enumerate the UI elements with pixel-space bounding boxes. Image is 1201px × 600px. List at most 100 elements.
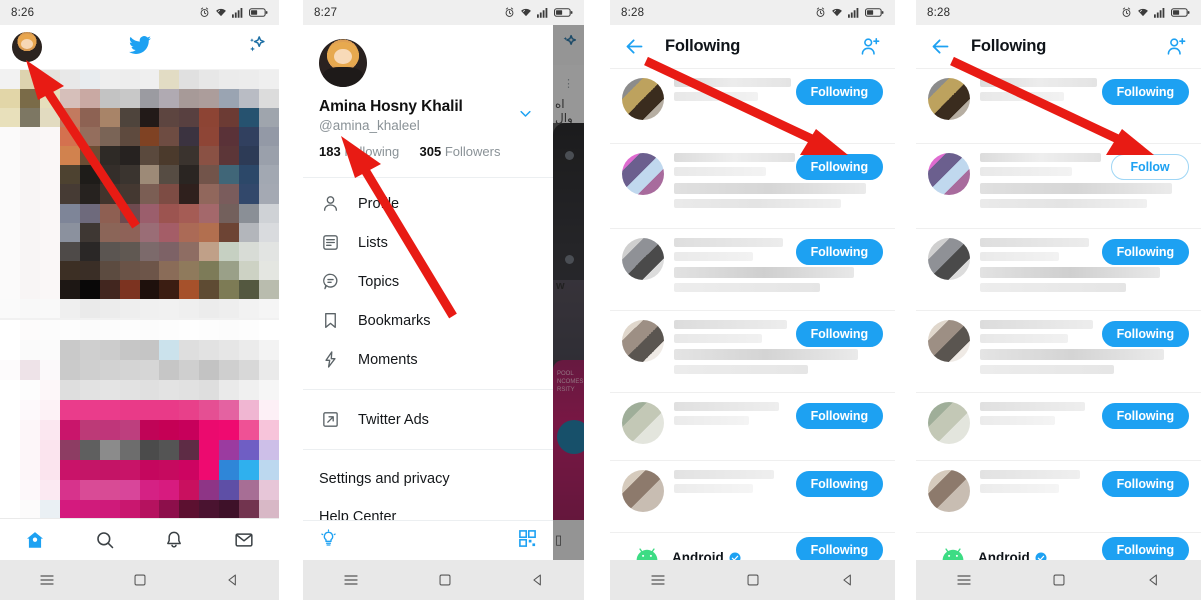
follow-state-button[interactable]: Following [795, 154, 883, 180]
home-feed[interactable] [0, 70, 279, 560]
avatar[interactable] [622, 238, 664, 280]
follow-state-button[interactable]: Following [1101, 79, 1189, 105]
square-icon[interactable] [133, 573, 147, 587]
bottom-tab-bar[interactable] [0, 518, 279, 560]
back-triangle-icon[interactable] [841, 573, 855, 587]
table-row[interactable]: Following [610, 393, 895, 461]
follow-state-button[interactable]: Following [1101, 239, 1189, 265]
avatar[interactable] [622, 470, 664, 512]
follow-state-button[interactable]: Following [795, 403, 883, 429]
followers-stat[interactable]: 305 Followers [420, 144, 501, 159]
table-row[interactable]: Following [916, 229, 1201, 311]
profile-avatar-large[interactable] [319, 39, 367, 87]
menu-item-lists[interactable]: Lists [303, 223, 553, 262]
square-icon[interactable] [438, 573, 452, 587]
avatar[interactable] [928, 238, 970, 280]
follow-state-button[interactable]: Following [795, 537, 883, 560]
table-row-android[interactable]: Android Following [916, 533, 1201, 560]
avatar[interactable] [928, 153, 970, 195]
lightbulb-icon[interactable] [319, 528, 338, 553]
tab-messages[interactable] [234, 530, 254, 550]
table-row[interactable]: Following [610, 144, 895, 229]
sparkle-icon[interactable] [245, 34, 267, 61]
profile-avatar[interactable] [12, 32, 42, 62]
menu-icon[interactable] [650, 572, 666, 588]
back-triangle-icon[interactable] [1147, 573, 1161, 587]
battery-icon [249, 8, 268, 17]
chevron-down-icon[interactable] [518, 106, 533, 126]
alarm-icon [505, 7, 514, 17]
back-arrow-icon[interactable] [624, 36, 645, 57]
menu-icon[interactable] [39, 572, 55, 588]
account-name: Android [978, 550, 1047, 560]
table-row[interactable]: Following [610, 461, 895, 533]
add-person-icon[interactable] [1166, 36, 1187, 57]
back-arrow-icon[interactable] [930, 36, 951, 57]
avatar[interactable] [622, 78, 664, 120]
menu-item-topics[interactable]: Topics [303, 262, 553, 301]
status-clock: 8:26 [11, 6, 35, 19]
tab-search[interactable] [95, 530, 115, 550]
table-row-android[interactable]: Android Following [610, 533, 895, 560]
qr-code-icon[interactable] [518, 529, 537, 553]
table-row[interactable]: Follow [916, 144, 1201, 229]
alarm-icon [816, 7, 825, 17]
square-icon[interactable] [746, 573, 760, 587]
menu-icon[interactable] [343, 572, 359, 588]
status-icons [1121, 7, 1190, 18]
avatar[interactable] [928, 402, 970, 444]
topics-balloon-icon [319, 272, 341, 291]
table-row[interactable]: Following [916, 69, 1201, 144]
tab-notifications[interactable] [164, 530, 184, 550]
status-bar: 8:26 [0, 0, 279, 25]
follow-state-button[interactable]: Following [795, 471, 883, 497]
table-row[interactable]: Following [916, 461, 1201, 533]
following-list[interactable]: Following Follow Following Following Fol… [916, 69, 1201, 560]
android-robot-icon [634, 547, 660, 560]
follow-state-button[interactable]: Follow [1111, 154, 1189, 180]
follow-state-button[interactable]: Following [1101, 471, 1189, 497]
dimmed-background-screen[interactable]: ⋮ اه وال POOL NCOMES RSITY ▯ w [553, 25, 584, 600]
table-row[interactable]: Following [610, 69, 895, 144]
menu-item-bookmarks[interactable]: Bookmarks [303, 301, 553, 340]
menu-item-profile[interactable]: Profile [303, 184, 553, 223]
follow-state-button[interactable]: Following [795, 79, 883, 105]
avatar[interactable] [928, 78, 970, 120]
add-person-icon[interactable] [860, 36, 881, 57]
avatar[interactable] [928, 470, 970, 512]
follow-state-button[interactable]: Following [1101, 537, 1189, 560]
following-stat[interactable]: 183 Following [319, 144, 399, 159]
avatar[interactable] [622, 320, 664, 362]
avatar[interactable] [622, 402, 664, 444]
back-triangle-icon[interactable] [226, 573, 240, 587]
menu-icon[interactable] [956, 572, 972, 588]
following-list[interactable]: Following Following Following Following … [610, 69, 895, 560]
tab-home[interactable] [25, 530, 45, 550]
menu-item-settings-privacy[interactable]: Settings and privacy [303, 460, 553, 498]
table-row[interactable]: Following [610, 229, 895, 311]
square-icon[interactable] [1052, 573, 1066, 587]
android-nav-bar[interactable] [303, 560, 584, 600]
table-row[interactable]: Following [916, 393, 1201, 461]
menu-item-label: Lists [358, 234, 388, 251]
verified-badge-icon [1035, 552, 1047, 560]
status-icons [815, 7, 884, 18]
panel-following-list: 8:28 Following Following Following Follo… [610, 0, 895, 600]
avatar[interactable] [928, 320, 970, 362]
panel-home: 8:26 [0, 0, 279, 600]
back-triangle-icon[interactable] [531, 573, 545, 587]
android-nav-bar[interactable] [610, 560, 895, 600]
follow-state-button[interactable]: Following [795, 239, 883, 265]
avatar[interactable] [622, 153, 664, 195]
signal-icon [232, 8, 243, 18]
table-row[interactable]: Following [610, 311, 895, 393]
android-nav-bar[interactable] [0, 560, 279, 600]
menu-item-twitter-ads[interactable]: Twitter Ads [303, 400, 553, 439]
follow-state-button[interactable]: Following [1101, 403, 1189, 429]
table-row[interactable]: Following [916, 311, 1201, 393]
follow-state-button[interactable]: Following [1101, 321, 1189, 347]
drawer-profile-header: Amina Hosny Khalil @amina_khaleel 183 Fo… [303, 25, 553, 169]
menu-item-moments[interactable]: Moments [303, 340, 553, 379]
android-nav-bar[interactable] [916, 560, 1201, 600]
follow-state-button[interactable]: Following [795, 321, 883, 347]
